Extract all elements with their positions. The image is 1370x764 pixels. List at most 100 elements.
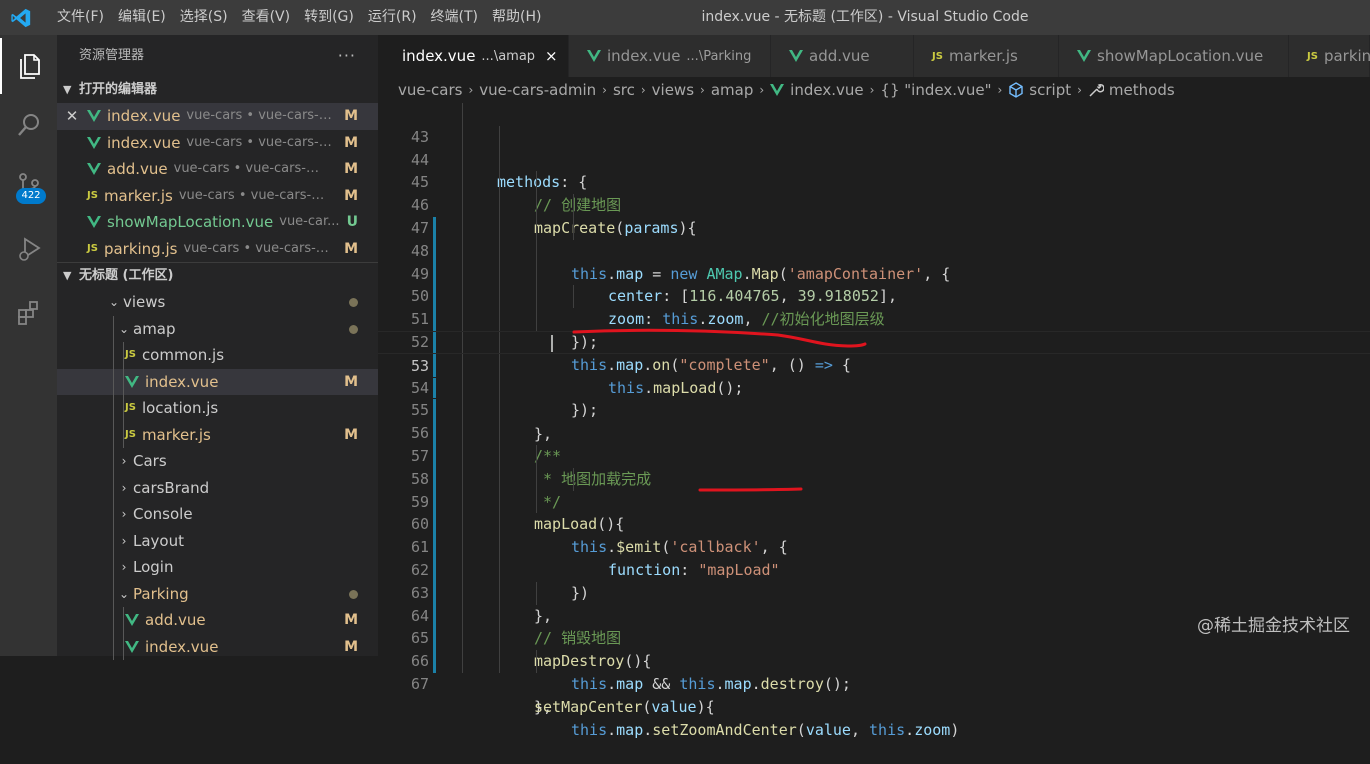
tree-label: add.vue	[145, 611, 206, 629]
git-status-badge: M	[344, 240, 358, 257]
chevron-right-icon: ›	[121, 507, 127, 521]
tree-folder-carsbrand[interactable]: › carsBrand	[57, 474, 378, 501]
tree-file-common-js[interactable]: JS common.js	[57, 342, 378, 369]
workspace-header[interactable]: ▼ 无标题 (工作区)	[57, 262, 378, 289]
tab-label: add.vue	[809, 47, 870, 65]
modified-dot-icon	[349, 589, 358, 599]
tab-index-vue-parking[interactable]: index.vue ...\Parking	[569, 35, 771, 77]
code-line: 63 mapDestroy(){	[378, 559, 1370, 670]
tab-showmaplocation-vue[interactable]: showMapLocation.vue	[1059, 35, 1289, 77]
tree-label: index.vue	[145, 637, 219, 656]
run-debug-activity[interactable]	[0, 221, 57, 277]
menu-run[interactable]: 运行(R)	[361, 0, 424, 35]
tree-folder-amap[interactable]: ⌄ amap	[57, 315, 378, 342]
explorer-activity[interactable]	[0, 38, 57, 94]
tree-file-index-vue[interactable]: index.vue M	[57, 368, 378, 395]
tab-label: marker.js	[948, 47, 1018, 65]
tab-marker-js[interactable]: JS marker.js	[914, 35, 1059, 77]
open-editor-name: index.vue	[107, 133, 181, 152]
chevron-down-icon: ⌄	[108, 295, 120, 309]
code-line: 67 this.map.setZoomAndCenter(value, this…	[378, 650, 1370, 739]
workspace-label: 无标题 (工作区)	[79, 268, 174, 283]
tree-label: Login	[133, 558, 174, 576]
chevron-right-icon: ›	[640, 83, 646, 97]
menu-help[interactable]: 帮助(H)	[485, 0, 548, 35]
close-icon[interactable]: ✕	[57, 103, 87, 130]
tree-file-add-vue[interactable]: add.vue M	[57, 607, 378, 634]
chevron-right-icon: ›	[700, 83, 705, 97]
open-editor-item[interactable]: add.vue vue-cars • vue-cars-ad... M	[57, 156, 378, 183]
breadcrumb-item[interactable]: {} "index.vue"	[880, 77, 991, 103]
open-editor-item[interactable]: JS parking.js vue-cars • vue-cars-a... M	[57, 236, 378, 263]
chevron-down-icon: ▼	[63, 269, 72, 282]
menu-terminal[interactable]: 终端(T)	[424, 0, 485, 35]
tree-label: views	[123, 293, 166, 311]
menu-edit[interactable]: 编辑(E)	[111, 0, 173, 35]
tab-desc: ...\amap	[481, 48, 536, 64]
menu-go[interactable]: 转到(G)	[297, 0, 361, 35]
source-control-activity[interactable]	[0, 157, 57, 213]
chevron-right-icon: ›	[1077, 83, 1082, 97]
tab-index-vue-amap[interactable]: index.vue ...\amap ×	[378, 35, 569, 77]
tree-folder-views[interactable]: ⌄ views	[57, 289, 378, 316]
tab-parking-js[interactable]: JS parkin	[1289, 35, 1370, 77]
tree-file-marker-js[interactable]: JS marker.js M	[57, 421, 378, 448]
open-editor-item[interactable]: JS marker.js vue-cars • vue-cars-a... M	[57, 183, 378, 210]
open-editor-name: add.vue	[107, 160, 168, 178]
breadcrumb-item[interactable]: index.vue	[790, 77, 863, 103]
code-line: 44 // 创建地图	[378, 125, 1370, 214]
open-editor-item[interactable]: index.vue vue-cars • vue-cars-a... M	[57, 130, 378, 157]
git-status-badge: M	[344, 612, 358, 628]
chevron-down-icon: ▼	[63, 83, 72, 96]
vue-icon	[87, 216, 101, 229]
menu-selection[interactable]: 选择(S)	[173, 0, 235, 35]
breadcrumb-item[interactable]: vue-cars-admin	[479, 77, 596, 103]
tree-label: amap	[133, 319, 176, 338]
git-status-badge: M	[344, 134, 358, 151]
editor-area: index.vue ...\amap × index.vue ...\Parki…	[378, 35, 1370, 739]
search-activity[interactable]	[0, 97, 57, 153]
tab-add-vue[interactable]: add.vue	[771, 35, 914, 77]
git-status-badge: M	[344, 187, 358, 204]
open-editor-item[interactable]: showMapLocation.vue vue-car... U	[57, 209, 378, 236]
open-editor-desc: vue-cars • vue-cars-a...	[178, 187, 329, 203]
menu-file[interactable]: 文件(F)	[50, 0, 111, 35]
extensions-activity[interactable]	[0, 285, 57, 341]
tree-folder-login[interactable]: › Login	[57, 554, 378, 581]
breadcrumb-item[interactable]: script	[1029, 77, 1071, 103]
menu-bar: 文件(F) 编辑(E) 选择(S) 查看(V) 转到(G) 运行(R) 终端(T…	[50, 0, 548, 35]
chevron-down-icon: ⌄	[118, 586, 130, 601]
open-editor-item[interactable]: ✕ index.vue vue-cars • vue-cars-a... M	[57, 103, 378, 130]
close-icon[interactable]: ×	[545, 47, 558, 65]
tree-file-location-js[interactable]: JS location.js	[57, 395, 378, 422]
more-actions-icon[interactable]: ···	[338, 35, 356, 77]
chevron-right-icon: ›	[759, 83, 765, 97]
tree-folder-layout[interactable]: › Layout	[57, 527, 378, 554]
modified-dot-icon	[349, 324, 358, 334]
breadcrumb-item[interactable]: views	[652, 77, 694, 103]
tree-folder-parking[interactable]: ⌄ Parking	[57, 580, 378, 607]
code-line: 64 this.map && this.map.destroy();	[378, 581, 1370, 693]
breadcrumb: vue-cars › vue-cars-admin › src › views …	[378, 77, 1370, 103]
breadcrumb-item[interactable]: vue-cars	[398, 77, 462, 103]
vue-icon	[87, 163, 101, 176]
menu-view[interactable]: 查看(V)	[235, 0, 298, 35]
extensions-icon	[17, 301, 38, 325]
vue-icon	[125, 375, 139, 388]
tree-file-index-vue-parking[interactable]: index.vue M	[57, 633, 378, 660]
chevron-down-icon: ⌄	[118, 321, 130, 336]
code-line: 45 mapCreate(params){	[378, 148, 1370, 237]
open-editors-header[interactable]: ▼ 打开的编辑器	[57, 77, 378, 103]
tree-folder-console[interactable]: › Console	[57, 501, 378, 528]
breadcrumb-item[interactable]: amap	[711, 77, 754, 103]
open-editor-name: index.vue	[107, 107, 181, 125]
code-editor[interactable]: 43 methods: { 44 // 创建地图 45 mapCreate(pa…	[378, 103, 1370, 739]
breadcrumb-item[interactable]: methods	[1109, 77, 1175, 103]
tab-label: index.vue	[607, 47, 681, 65]
breadcrumb-item[interactable]: src	[613, 77, 635, 103]
tree-folder-cars[interactable]: › Cars	[57, 448, 378, 475]
git-status-badge: M	[344, 108, 358, 124]
vscode-logo-icon	[11, 8, 31, 28]
vue-icon	[789, 50, 803, 62]
explorer-sidebar: 资源管理器 ··· ▼ 打开的编辑器 ✕ index.vue vue-cars …	[57, 35, 378, 660]
